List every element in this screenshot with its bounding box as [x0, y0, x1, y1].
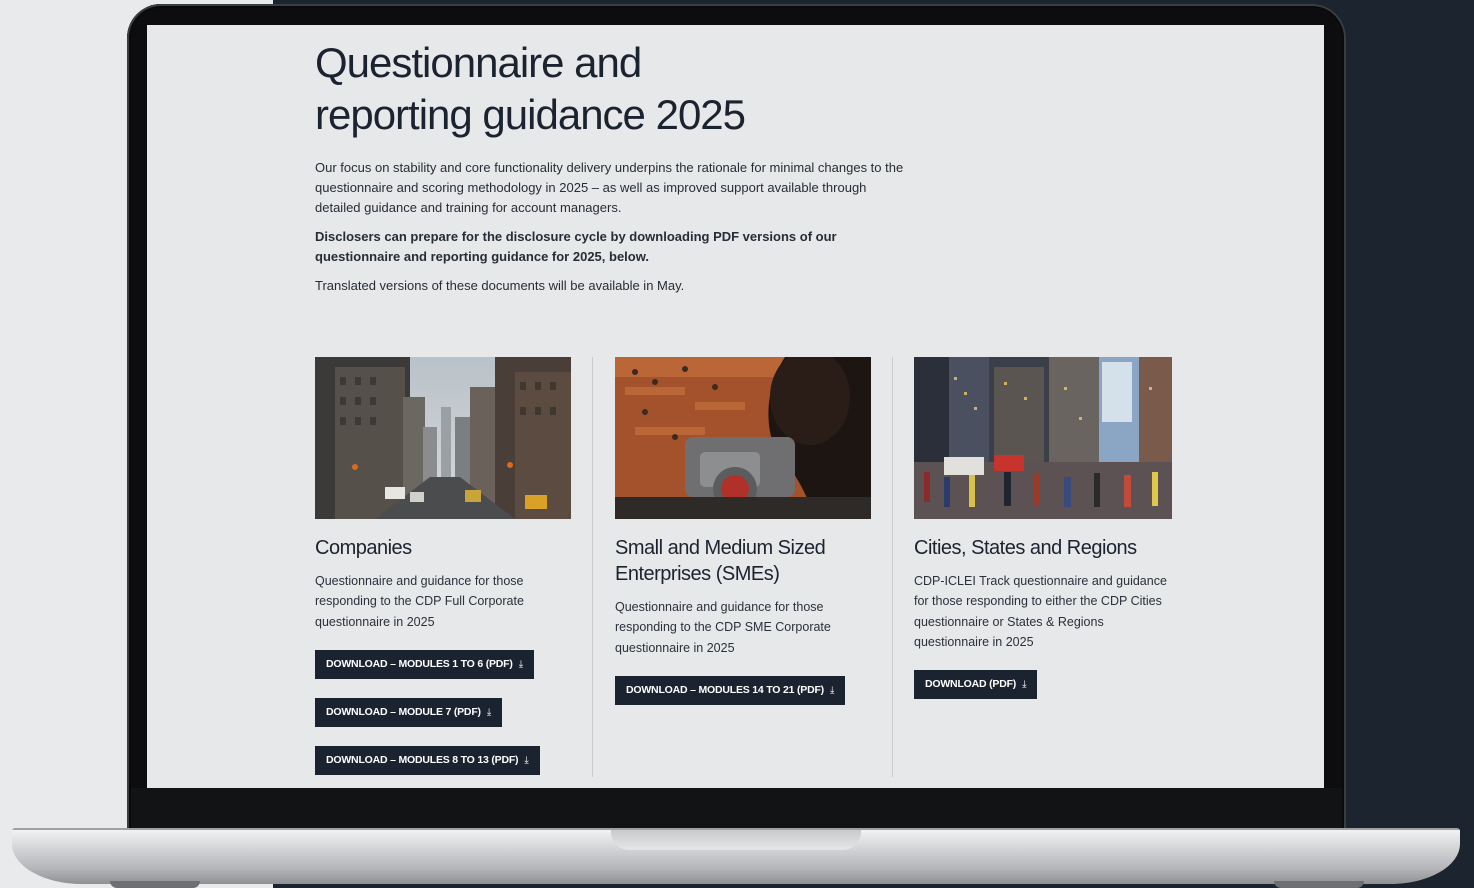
card-companies: Companies Questionnaire and guidance for… — [315, 357, 573, 775]
download-icon: ⤓ — [486, 706, 492, 718]
laptop-bezel — [131, 788, 1342, 832]
download-icon: ⤓ — [829, 684, 835, 696]
button-label: DOWNLOAD – MODULES 14 TO 21 (PDF) — [626, 683, 824, 696]
button-label: DOWNLOAD – MODULES 8 TO 13 (PDF) — [326, 753, 519, 766]
card-smes: Small and Medium Sized Enterprises (SMEs… — [615, 357, 873, 705]
card-title: Cities, States and Regions — [914, 537, 1137, 559]
download-modules-1-6-button[interactable]: DOWNLOAD – MODULES 1 TO 6 (PDF) ⤓ — [315, 649, 534, 679]
city-crowd-image — [914, 357, 1172, 519]
card-divider — [892, 357, 893, 777]
card-description: Questionnaire and guidance for those res… — [615, 600, 831, 655]
download-icon: ⤓ — [524, 754, 529, 766]
download-icon: ⤓ — [1022, 679, 1027, 691]
laptop-foot-right — [1274, 881, 1364, 888]
page-title-line2: reporting guidance 2025 — [315, 91, 746, 138]
laptop-screen: Questionnaire and reporting guidance 202… — [147, 25, 1324, 788]
button-row: DOWNLOAD (PDF) ⤓ — [914, 652, 1172, 700]
card-title: Companies — [315, 537, 412, 559]
button-row: DOWNLOAD – MODULES 14 TO 21 (PDF) ⤓ — [615, 658, 873, 705]
button-label: DOWNLOAD (PDF) — [925, 678, 1017, 691]
page-title-line1: Questionnaire and — [315, 39, 642, 86]
button-label: DOWNLOAD – MODULES 1 TO 6 (PDF) — [326, 657, 513, 670]
intro-paragraph-translation: Translated versions of these documents w… — [315, 278, 685, 293]
intro-paragraph-bold: Disclosers can prepare for the disclosur… — [315, 229, 837, 264]
download-module-7-button[interactable]: DOWNLOAD – MODULE 7 (PDF) ⤓ — [315, 697, 503, 727]
card-cities-states-regions: Cities, States and Regions CDP-ICLEI Tra… — [914, 357, 1172, 700]
city-street-illustration — [315, 357, 571, 519]
card-description: Questionnaire and guidance for those res… — [315, 574, 524, 629]
button-row: DOWNLOAD – MODULE 7 (PDF) ⤓ — [315, 679, 573, 727]
card-description: CDP-ICLEI Track questionnaire and guidan… — [914, 574, 1167, 649]
download-modules-14-21-button[interactable]: DOWNLOAD – MODULES 14 TO 21 (PDF) ⤓ — [615, 675, 846, 705]
intro-paragraph: Our focus on stability and core function… — [315, 160, 904, 215]
laptop-foot-left — [110, 881, 200, 888]
workshop-illustration — [615, 357, 871, 519]
city-street-image — [315, 357, 571, 519]
card-divider — [592, 357, 593, 777]
page-title: Questionnaire and reporting guidance 202… — [315, 37, 1015, 141]
workshop-image — [615, 357, 871, 519]
card-title: Small and Medium Sized Enterprises (SMEs… — [615, 537, 826, 585]
download-icon: ⤓ — [518, 658, 523, 670]
cards-grid: Companies Questionnaire and guidance for… — [315, 357, 1175, 777]
laptop-notch — [611, 830, 861, 850]
button-row: DOWNLOAD – MODULES 1 TO 6 (PDF) ⤓ — [315, 632, 573, 679]
download-modules-8-13-button[interactable]: DOWNLOAD – MODULES 8 TO 13 (PDF) ⤓ — [315, 745, 540, 775]
intro-text: Our focus on stability and core function… — [315, 158, 915, 305]
button-row: DOWNLOAD – MODULES 8 TO 13 (PDF) ⤓ — [315, 727, 573, 775]
download-pdf-button[interactable]: DOWNLOAD (PDF) ⤓ — [914, 670, 1038, 700]
city-crowd-illustration — [914, 357, 1172, 519]
button-label: DOWNLOAD – MODULE 7 (PDF) — [326, 705, 481, 718]
